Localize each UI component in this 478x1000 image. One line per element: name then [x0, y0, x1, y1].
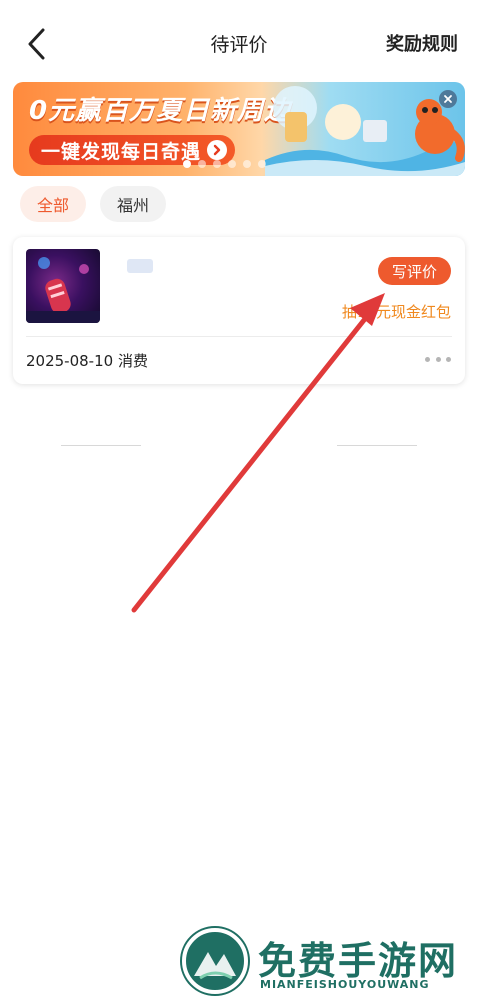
- banner-cta-label: 一键发现每日奇遇: [41, 140, 202, 163]
- carousel-dot: [258, 160, 266, 168]
- filter-chip-all[interactable]: 全部: [20, 186, 87, 222]
- banner-illustration: [265, 86, 465, 176]
- back-button[interactable]: [18, 24, 54, 64]
- filter-chips: 全部 福州: [20, 186, 167, 222]
- banner-title: 0元赢百万夏日新周边: [29, 96, 292, 126]
- carousel-dot: [183, 160, 191, 168]
- shop-photo-image: [26, 257, 100, 323]
- carousel-dot: [228, 160, 236, 168]
- more-dots-icon[interactable]: [425, 351, 451, 367]
- shop-thumbnail[interactable]: [26, 249, 100, 323]
- watermark-subtitle: MIANFEISHOUYOUWANG: [260, 978, 430, 991]
- top-bar: 待评价 奖励规则: [0, 0, 478, 86]
- carousel-dot: [243, 160, 251, 168]
- chevron-left-icon: [28, 28, 45, 60]
- carousel-dot: [198, 160, 206, 168]
- shop-name-redacted: [127, 259, 153, 273]
- carousel-dot: [213, 160, 221, 168]
- reward-rules-link[interactable]: 奖励规则: [386, 30, 458, 56]
- filter-chip-city[interactable]: 福州: [100, 186, 167, 222]
- watermark-logo: [182, 928, 248, 994]
- order-card[interactable]: 写评价 抽10元现金红包 2025-08-10 消费: [13, 237, 465, 384]
- reward-note: 抽10元现金红包: [341, 303, 451, 321]
- write-review-button[interactable]: 写评价: [377, 257, 451, 285]
- watermark-title: 免费手游网: [258, 939, 459, 983]
- carousel-indicator: [183, 160, 266, 168]
- divider: [26, 336, 452, 337]
- close-icon[interactable]: [439, 90, 457, 108]
- list-end-line-left: [61, 445, 141, 446]
- chevron-right-icon: [207, 140, 228, 160]
- site-watermark: 免费手游网 MIANFEISHOUYOUWANG: [182, 928, 472, 996]
- list-end-line-right: [337, 445, 417, 446]
- consume-date: 2025-08-10 消费: [26, 352, 148, 370]
